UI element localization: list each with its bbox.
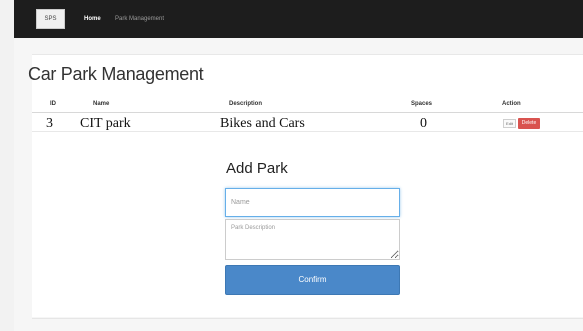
column-header-action: Action: [502, 101, 521, 107]
panel-divider: [32, 318, 583, 319]
confirm-button[interactable]: Confirm: [225, 265, 400, 295]
column-header-spaces: Spaces: [411, 101, 433, 107]
cell-name: CIT park: [80, 116, 131, 131]
brand-logo[interactable]: SPS: [36, 9, 65, 29]
delete-button[interactable]: Delete: [518, 118, 540, 129]
edit-button[interactable]: Edit: [503, 119, 516, 128]
navbar: SPS Home Park Management: [14, 0, 583, 38]
left-frame: [0, 0, 14, 331]
column-header-name: Name: [93, 101, 110, 107]
nav-link-home[interactable]: Home: [84, 9, 101, 29]
park-description-input[interactable]: [225, 219, 400, 260]
table-row-divider: [32, 131, 583, 132]
page-title: Car Park Management: [28, 64, 204, 84]
cell-spaces: 0: [420, 116, 427, 131]
cell-id: 3: [46, 116, 53, 131]
column-header-description: Description: [229, 101, 263, 107]
form-title: Add Park: [226, 160, 288, 177]
cell-description: Bikes and Cars: [220, 116, 305, 131]
nav-link-park-management[interactable]: Park Management: [115, 9, 164, 29]
table-header-divider: [32, 112, 583, 113]
park-name-input[interactable]: [225, 188, 400, 217]
column-header-id: ID: [50, 101, 56, 107]
